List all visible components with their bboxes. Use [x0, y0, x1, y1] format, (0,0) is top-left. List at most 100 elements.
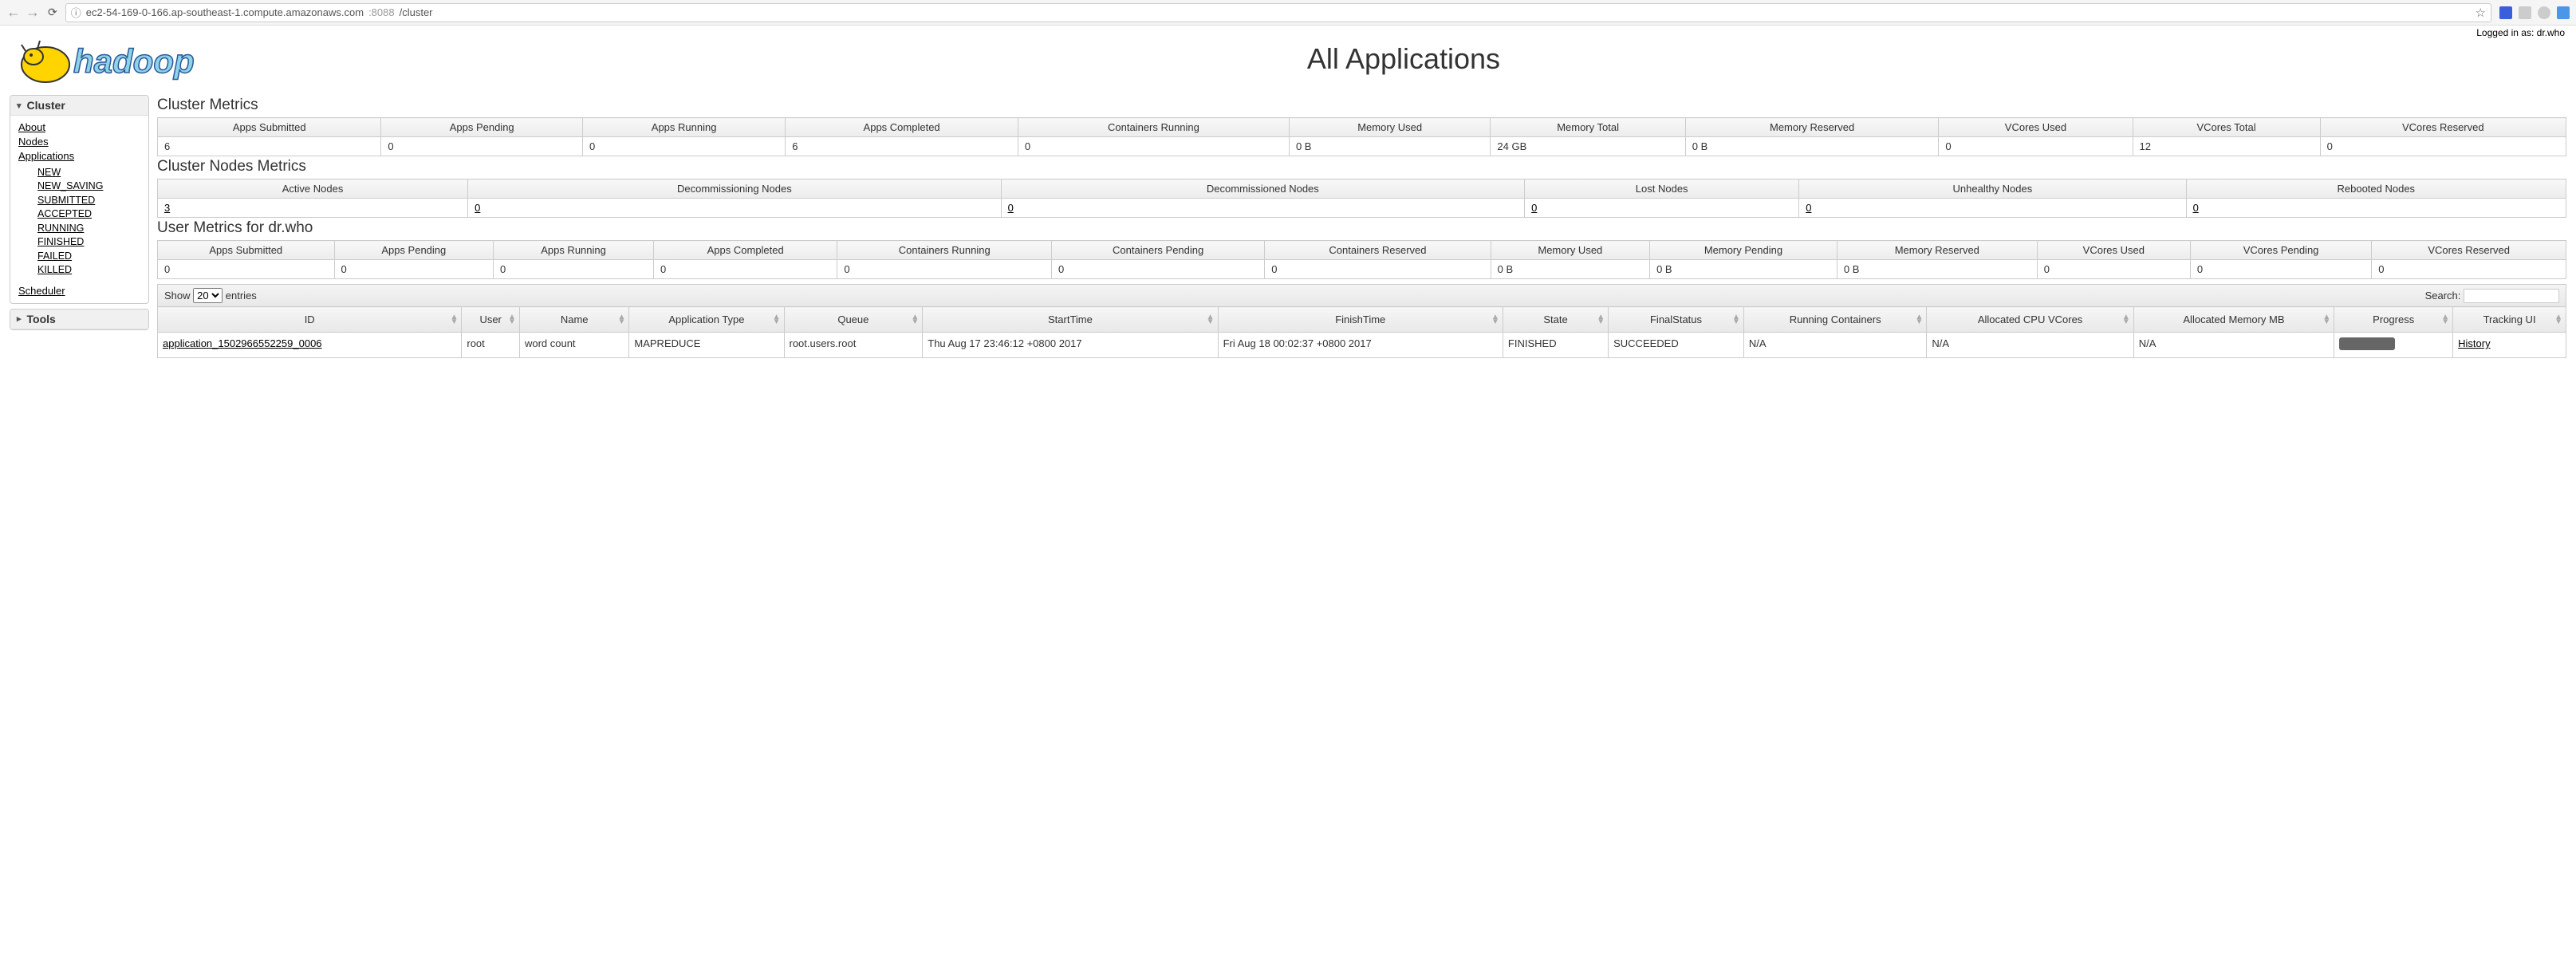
sidebar-state-failed[interactable]: FAILED: [37, 250, 140, 264]
cluster-metrics-table: Apps SubmittedApps PendingApps RunningAp…: [157, 117, 2566, 156]
metric-value: 0: [158, 260, 335, 279]
sort-icon: ▲▼: [911, 315, 919, 325]
column-header[interactable]: Name▲▼: [519, 307, 628, 333]
sidebar-state-submitted[interactable]: SUBMITTED: [37, 194, 140, 208]
column-header[interactable]: FinalStatus▲▼: [1609, 307, 1744, 333]
extension-icon[interactable]: [2538, 6, 2550, 19]
sidebar-state-killed[interactable]: KILLED: [37, 263, 140, 278]
metric-value: 0: [1001, 199, 1525, 218]
logged-in-user: Logged in as: dr.who: [2476, 27, 2565, 38]
sidebar-tools-panel: Tools: [10, 309, 149, 330]
site-info-icon[interactable]: ⓘ: [71, 5, 81, 20]
browser-toolbar: ← → ⟳ ⓘ ec2-54-169-0-166.ap-southeast-1.…: [0, 0, 2576, 26]
column-header[interactable]: Running Containers▲▼: [1743, 307, 1927, 333]
cell: Fri Aug 18 00:02:37 +0800 2017: [1218, 333, 1503, 358]
metric-value: 0: [334, 260, 494, 279]
sidebar-state-accepted[interactable]: ACCEPTED: [37, 207, 140, 222]
cell: History: [2453, 333, 2566, 358]
metric-header: VCores Reserved: [2320, 118, 2566, 137]
sidebar-scheduler-link[interactable]: Scheduler: [18, 284, 140, 298]
column-header[interactable]: Application Type▲▼: [629, 307, 784, 333]
sidebar-about-link[interactable]: About: [18, 120, 140, 135]
metric-value: 0: [1052, 260, 1265, 279]
metric-header: Containers Reserved: [1265, 241, 1491, 260]
sidebar-state-new-saving[interactable]: NEW_SAVING: [37, 179, 140, 194]
cell: Thu Aug 17 23:46:12 +0800 2017: [923, 333, 1218, 358]
column-header[interactable]: ID▲▼: [158, 307, 462, 333]
cluster-metrics-title: Cluster Metrics: [157, 97, 2566, 114]
sort-icon: ▲▼: [508, 315, 516, 325]
sidebar-tools-header[interactable]: Tools: [10, 309, 148, 329]
sidebar-state-running[interactable]: RUNNING: [37, 222, 140, 236]
cell: [2334, 333, 2453, 358]
column-header[interactable]: Allocated CPU VCores▲▼: [1927, 307, 2133, 333]
metric-value: 0: [1799, 199, 2186, 218]
column-header[interactable]: Queue▲▼: [784, 307, 923, 333]
sort-icon: ▲▼: [1491, 315, 1499, 325]
address-bar[interactable]: ⓘ ec2-54-169-0-166.ap-southeast-1.comput…: [65, 3, 2491, 22]
app-id-link[interactable]: application_1502966552259_0006: [163, 337, 322, 349]
node-count-link[interactable]: 0: [475, 202, 480, 214]
column-header[interactable]: Allocated Memory MB▲▼: [2133, 307, 2334, 333]
column-header[interactable]: Tracking UI▲▼: [2453, 307, 2566, 333]
sidebar-app-states: NEW NEW_SAVING SUBMITTED ACCEPTED RUNNIN…: [18, 166, 140, 278]
cell: root: [462, 333, 520, 358]
extension-icon[interactable]: [2499, 6, 2512, 19]
node-count-link[interactable]: 0: [1531, 202, 1537, 214]
metric-value: 6: [786, 137, 1018, 156]
url-path: /cluster: [400, 6, 433, 18]
sort-icon: ▲▼: [1916, 315, 1924, 325]
tracking-link[interactable]: History: [2458, 337, 2490, 349]
metric-header: VCores Total: [2133, 118, 2320, 137]
column-header[interactable]: State▲▼: [1503, 307, 1608, 333]
metric-value: 3: [158, 199, 468, 218]
table-row: application_1502966552259_0006rootword c…: [158, 333, 2566, 358]
cell: root.users.root: [784, 333, 923, 358]
node-count-link[interactable]: 0: [2193, 202, 2199, 214]
reload-button[interactable]: ⟳: [48, 6, 57, 19]
forward-button[interactable]: →: [26, 4, 40, 21]
metric-value: 0: [2320, 137, 2566, 156]
cell: N/A: [1927, 333, 2133, 358]
page-size-select[interactable]: 20: [193, 288, 223, 303]
metric-value: 24 GB: [1491, 137, 1685, 156]
metric-header: VCores Used: [2037, 241, 2190, 260]
back-button[interactable]: ←: [6, 4, 21, 21]
column-header[interactable]: Progress▲▼: [2334, 307, 2453, 333]
url-host: ec2-54-169-0-166.ap-southeast-1.compute.…: [86, 6, 364, 18]
node-count-link[interactable]: 3: [164, 202, 170, 214]
metric-header: Lost Nodes: [1525, 179, 1799, 199]
sidebar: Cluster About Nodes Applications NEW NEW…: [10, 95, 149, 358]
node-count-link[interactable]: 0: [1008, 202, 1014, 214]
metric-header: Apps Submitted: [158, 241, 335, 260]
metric-value: 0: [2372, 260, 2566, 279]
metric-value: 12: [2133, 137, 2320, 156]
sidebar-applications-link[interactable]: Applications: [18, 149, 140, 164]
metric-value: 0: [2037, 260, 2190, 279]
metric-header: VCores Pending: [2190, 241, 2371, 260]
metric-value: 0: [2190, 260, 2371, 279]
extension-icon[interactable]: [2519, 6, 2531, 19]
sidebar-state-new[interactable]: NEW: [37, 166, 140, 180]
page-header: hadoop All Applications Logged in as: dr…: [0, 26, 2576, 89]
page-title: All Applications: [241, 42, 2566, 76]
metric-header: Containers Pending: [1052, 241, 1265, 260]
nodes-metrics-title: Cluster Nodes Metrics: [157, 158, 2566, 175]
sidebar-state-finished[interactable]: FINISHED: [37, 235, 140, 250]
sort-icon: ▲▼: [1732, 315, 1740, 325]
translate-icon[interactable]: [2557, 6, 2570, 19]
column-header[interactable]: User▲▼: [462, 307, 520, 333]
sidebar-nodes-link[interactable]: Nodes: [18, 135, 140, 149]
entries-label: entries: [226, 290, 257, 302]
column-header[interactable]: FinishTime▲▼: [1218, 307, 1503, 333]
bookmark-star-icon[interactable]: ☆: [2476, 6, 2486, 20]
metric-value: 0 B: [1837, 260, 2037, 279]
column-header[interactable]: StartTime▲▼: [923, 307, 1218, 333]
search-input[interactable]: [2464, 289, 2559, 303]
metric-header: Apps Running: [582, 118, 785, 137]
node-count-link[interactable]: 0: [1806, 202, 1811, 214]
metric-header: Memory Reserved: [1685, 118, 1939, 137]
hadoop-logo[interactable]: hadoop: [10, 29, 241, 89]
sidebar-cluster-header[interactable]: Cluster: [10, 96, 148, 116]
metric-value: 0: [582, 137, 785, 156]
